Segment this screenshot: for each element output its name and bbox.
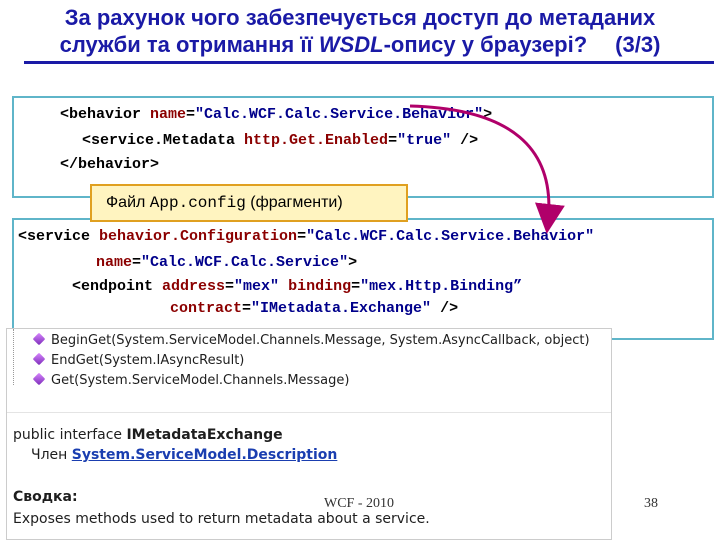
code1-tag: <behavior <box>60 106 151 123</box>
code2-l3-attr2: binding <box>288 278 352 295</box>
code2-l4-close: /> <box>431 300 459 317</box>
method-item[interactable]: EndGet(System.IAsyncResult) <box>32 351 245 371</box>
code2-line3: <endpoint address="mex" binding="mex.Htt… <box>72 278 522 295</box>
method-item[interactable]: Get(System.ServiceModel.Channels.Message… <box>32 371 350 391</box>
title-line2-post: -опису у браузері? <box>383 32 588 57</box>
code2-l3-space <box>279 278 288 295</box>
code2-val: "Calc.WCF.Calc.Service.Behavior" <box>306 228 595 245</box>
code1-eq: = <box>186 106 196 123</box>
footer-page-number: 38 <box>644 496 658 511</box>
code2-l3-eq2: = <box>351 278 361 295</box>
summary-text: Exposes methods used to return metadata … <box>13 511 430 527</box>
code1-val: "Calc.WCF.Calc.Service.Behavior" <box>195 106 484 123</box>
service-code-box: <service behavior.Configuration="Calc.WC… <box>12 218 714 340</box>
code2-l2-eq: = <box>132 254 142 271</box>
code2-line1: <service behavior.Configuration="Calc.WC… <box>18 228 594 245</box>
config-label-suffix: (фрагменти) <box>245 194 343 211</box>
footer-center: WCF - 2010 <box>324 496 394 511</box>
code2-l2-attr: name <box>96 254 133 271</box>
code1-close: > <box>483 106 493 123</box>
code2-l3-tag: <endpoint <box>72 278 163 295</box>
code2-l3-eq1: = <box>225 278 235 295</box>
code1-attr: name <box>150 106 187 123</box>
title-line2-pre: служби та отримання її <box>59 32 319 57</box>
title-page-counter: (3/3) <box>615 32 661 57</box>
code2-line2: name="Calc.WCF.Calc.Service"> <box>96 254 357 271</box>
decl-prefix: public interface <box>13 427 127 443</box>
member-label: Член <box>31 447 72 463</box>
code1-l2-attr: http.Get.Enabled <box>244 132 389 149</box>
divider <box>7 412 611 413</box>
object-browser-screenshot: BeginGet(System.ServiceModel.Channels.Me… <box>6 328 612 540</box>
member-of: Член System.ServiceModel.Description <box>31 447 337 463</box>
decl-name: IMetadataExchange <box>126 427 283 443</box>
config-label-prefix: Файл <box>106 194 150 211</box>
method-label: BeginGet(System.ServiceModel.Channels.Me… <box>51 333 590 348</box>
title-wsdl: WSDL <box>318 32 384 57</box>
code2-l2-close: > <box>348 254 358 271</box>
code2-l2-val: "Calc.WCF.Calc.Service" <box>141 254 349 271</box>
method-icon <box>32 372 46 386</box>
tree-guide <box>13 329 26 385</box>
code2-l3-attr1: address <box>162 278 226 295</box>
code1-line2: <service.Metadata http.Get.Enabled="true… <box>82 132 478 149</box>
title-underline <box>24 61 714 64</box>
config-file-label: Файл App.config (фрагменти) <box>90 184 408 222</box>
method-icon <box>32 332 46 346</box>
slide-title: За рахунок чого забезпечується доступ до… <box>4 4 716 58</box>
method-label: Get(System.ServiceModel.Channels.Message… <box>51 373 350 388</box>
code1-l2-val: "true" <box>397 132 452 149</box>
behavior-code-box: <behavior name="Calc.WCF.Calc.Service.Be… <box>12 96 714 198</box>
code1-l2-close: /> <box>451 132 479 149</box>
namespace-link[interactable]: System.ServiceModel.Description <box>72 447 338 463</box>
config-filename: App.config <box>149 194 246 212</box>
title-line1: За рахунок чого забезпечується доступ до… <box>64 5 656 30</box>
code2-l4-eq: = <box>242 300 252 317</box>
code2-l3-val1: "mex" <box>234 278 280 295</box>
title-line2: служби та отримання її WSDL-опису у брау… <box>4 31 716 58</box>
code1-line3: </behavior> <box>60 156 160 173</box>
code2-attr: behavior.Configuration <box>99 228 298 245</box>
code1-l2-tag: <service.Metadata <box>82 132 245 149</box>
code2-eq: = <box>297 228 307 245</box>
code2-line4: contract="IMetadata.Exchange" /> <box>170 300 458 317</box>
method-label: EndGet(System.IAsyncResult) <box>51 353 245 368</box>
method-item[interactable]: BeginGet(System.ServiceModel.Channels.Me… <box>32 331 590 351</box>
summary-heading: Сводка: <box>13 489 78 505</box>
method-icon <box>32 352 46 366</box>
code2-l3-val2: "mex.Http.Binding” <box>360 278 523 295</box>
code2-tag: <service <box>18 228 100 245</box>
code2-l4-val: "IMetadata.Exchange" <box>251 300 432 317</box>
code1-line1: <behavior name="Calc.WCF.Calc.Service.Be… <box>60 106 492 123</box>
code2-l4-attr: contract <box>170 300 243 317</box>
interface-declaration: public interface IMetadataExchange <box>13 427 283 443</box>
code1-l2-eq: = <box>388 132 398 149</box>
